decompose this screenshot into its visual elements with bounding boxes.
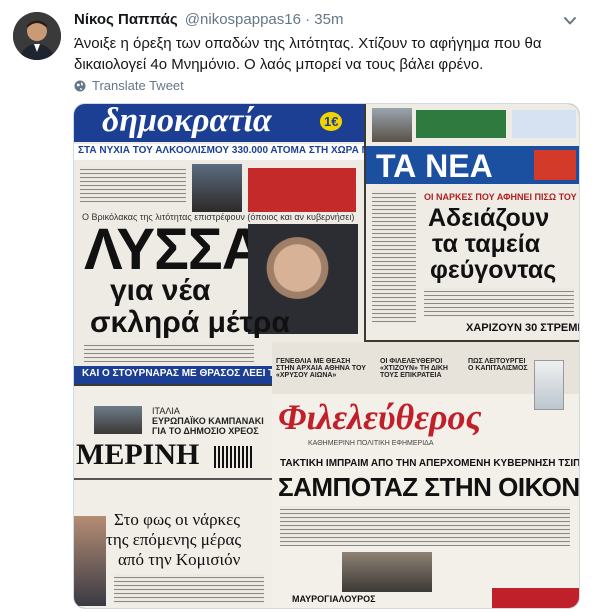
author-handle[interactable]: @nikospappas16 (185, 11, 301, 28)
newspaper-eleftheros: ΓΕΝΕΘΛΙΑ ΜΕ ΘΕΑΣΗ ΣΤΗΝ ΑΡΧΑΙΑ ΑΘΗΝΑ ΤΟΥ … (272, 342, 580, 608)
eleftheros-headline: ΣΑΜΠΟΤΑΖ ΣΤΗΝ ΟΙΚΟΝΟΜΙΑ (278, 472, 580, 502)
tweet-media-image[interactable]: δημοκρατία 1€ ΣΤΑ ΝΥΧΙΑ ΤΟΥ ΑΛΚΟΟΛΙΣΜΟΥ … (73, 103, 580, 609)
kathimerini-top-1: ΙΤΑΛΙΑ (152, 406, 180, 416)
dimokratia-column (80, 166, 186, 204)
ta-nea-red-box (534, 150, 576, 180)
kathimerini-rule (74, 478, 274, 480)
ta-nea-body (424, 288, 574, 318)
dimokratia-masthead: δημοκρατία (102, 104, 272, 139)
author-avatar[interactable] (13, 12, 61, 60)
kathimerini-masthead: ΜΕΡΙΝΗ (76, 438, 200, 471)
ta-nea-headline-2: τα ταμεία (432, 230, 541, 258)
eleftheros-masthead: Φιλελεύθερος (278, 397, 482, 437)
tweet-text-line: δικαιολογεί 4ο Μνημόνιο. Ο λαός μπορεί ν… (74, 56, 484, 73)
eleftheros-top-left: ΓΕΝΕΘΛΙΑ ΜΕ ΘΕΑΣΗ ΣΤΗΝ ΑΡΧΑΙΑ ΑΘΗΝΑ ΤΟΥ … (276, 358, 366, 379)
dimokratia-headline-2: για νέα (110, 274, 211, 307)
ta-nea-masthead: ΤΑ ΝΕΑ (376, 148, 493, 184)
author-name[interactable]: Νίκος Παππάς (74, 11, 178, 28)
dimokratia-headline-1: ΛΥΣΣΑ (84, 217, 264, 282)
eleftheros-author: ΜΑΥΡΟΓΙΑΛΟΥΡΟΣ (292, 594, 376, 604)
eleftheros-top-right: ΠΩΣ ΛΕΙΤΟΥΡΓΕΙ Ο ΚΑΠΙΤΑΛΙΣΜΟΣ (468, 358, 528, 372)
dimokratia-headline-3: σκληρά μέτρα (90, 306, 290, 339)
eleftheros-photo (342, 552, 432, 592)
tweet-text: Άνοιξε η όρεξη των οπαδών της λιτότητας.… (74, 33, 586, 75)
dimokratia-erdogan-photo (192, 164, 242, 212)
kathimerini-top-3: ΓΙΑ ΤΟ ΔΗΜΟΣΙΟ ΧΡΕΟΣ (152, 426, 259, 436)
newspaper-ta-nea: ΤΑ ΝΕΑ ΟΙ ΝΑΡΚΕΣ ΠΟΥ ΑΦΗΝΕΙ ΠΙΣΩ ΤΟΥ Αδε… (366, 104, 579, 340)
ta-nea-headline-3: φεύγοντας (430, 256, 557, 284)
kathimerini-headline-3: από την Κομισιόν (118, 550, 241, 569)
dimokratia-footer: ΚΑΙ Ο ΣΤΟΥΡΝΑΡΑΣ ΜΕ ΘΡΑΣΟΣ ΛΕΕΙ ΤΑ ΙΔΙΑ (82, 368, 304, 379)
ta-nea-kicker: ΟΙ ΝΑΡΚΕΣ ΠΟΥ ΑΦΗΝΕΙ ΠΙΣΩ ΤΟΥ (424, 192, 577, 202)
tweet-timestamp[interactable]: 35m (314, 11, 343, 28)
chevron-down-icon[interactable] (563, 15, 577, 27)
kathimerini-top-2: ΕΥΡΩΠΑΪΚΟ ΚΑΜΠΑΝΑΚΙ (152, 416, 264, 426)
eleftheros-subtitle: ΚΑΘΗΜΕΡΙΝΗ ΠΟΛΙΤΙΚΗ ΕΦΗΜΕΡΙΔΑ (308, 440, 434, 447)
tweet-text-line: Άνοιξε η όρεξη των οπαδών της λιτότητας.… (74, 35, 542, 52)
dimokratia-banner: ΣΤΑ ΝΥΧΙΑ ΤΟΥ ΑΛΚΟΟΛΙΣΜΟΥ 330.000 ΑΤΟΜΑ … (78, 145, 364, 156)
translate-label: Translate Tweet (92, 78, 184, 93)
kathimerini-body (114, 574, 264, 604)
separator: · (305, 11, 311, 28)
tweet[interactable]: Νίκος Παππάς @nikospappas16 · 35m Άνοιξε… (0, 0, 599, 612)
ta-nea-green-bar (416, 110, 506, 138)
eleftheros-book-photo (534, 360, 564, 410)
globe-icon (74, 80, 86, 92)
kathimerini-person-photo (74, 516, 106, 606)
kathimerini-headline-2: της επόμενης μέρας (106, 530, 242, 549)
dimokratia-body (84, 342, 254, 362)
tweet-header: Νίκος Παππάς @nikospappas16 · 35m (74, 10, 343, 30)
eleftheros-bottom-red (492, 588, 579, 608)
kathimerini-barcode (214, 446, 254, 468)
kathimerini-headline-1: Στο φως οι νάρκες (114, 510, 240, 529)
eleftheros-body (280, 506, 570, 546)
kathimerini-top-photo (94, 406, 142, 434)
ta-nea-blue-box (512, 110, 576, 138)
translate-tweet-link[interactable]: Translate Tweet (74, 78, 184, 94)
newspaper-kathimerini: ΙΤΑΛΙΑ ΕΥΡΩΠΑΪΚΟ ΚΑΜΠΑΝΑΚΙ ΓΙΑ ΤΟ ΔΗΜΟΣΙ… (74, 386, 274, 608)
ta-nea-top-photo (372, 108, 412, 142)
eleftheros-top-mid: ΟΙ ΦΙΛΕΛΕΥΘΕΡΟΙ «ΧΤΙΖΟΥΝ» ΤΗ ΔΙΚΗ ΤΟΥΣ Ε… (380, 358, 448, 379)
ta-nea-footer: ΧΑΡΙΖΟΥΝ 30 ΣΤΡΕΜΜΑΤΑ (466, 322, 579, 334)
ta-nea-headline-1: Αδειάζουν (428, 204, 550, 232)
dimokratia-red-box (248, 168, 356, 212)
ta-nea-left-column (372, 190, 416, 324)
eleftheros-kicker: ΤΑΚΤΙΚΗ ΙΜΠΡΑΙΜ ΑΠΟ ΤΗΝ ΑΠΕΡΧΟΜΕΝΗ ΚΥΒΕΡ… (280, 458, 580, 469)
